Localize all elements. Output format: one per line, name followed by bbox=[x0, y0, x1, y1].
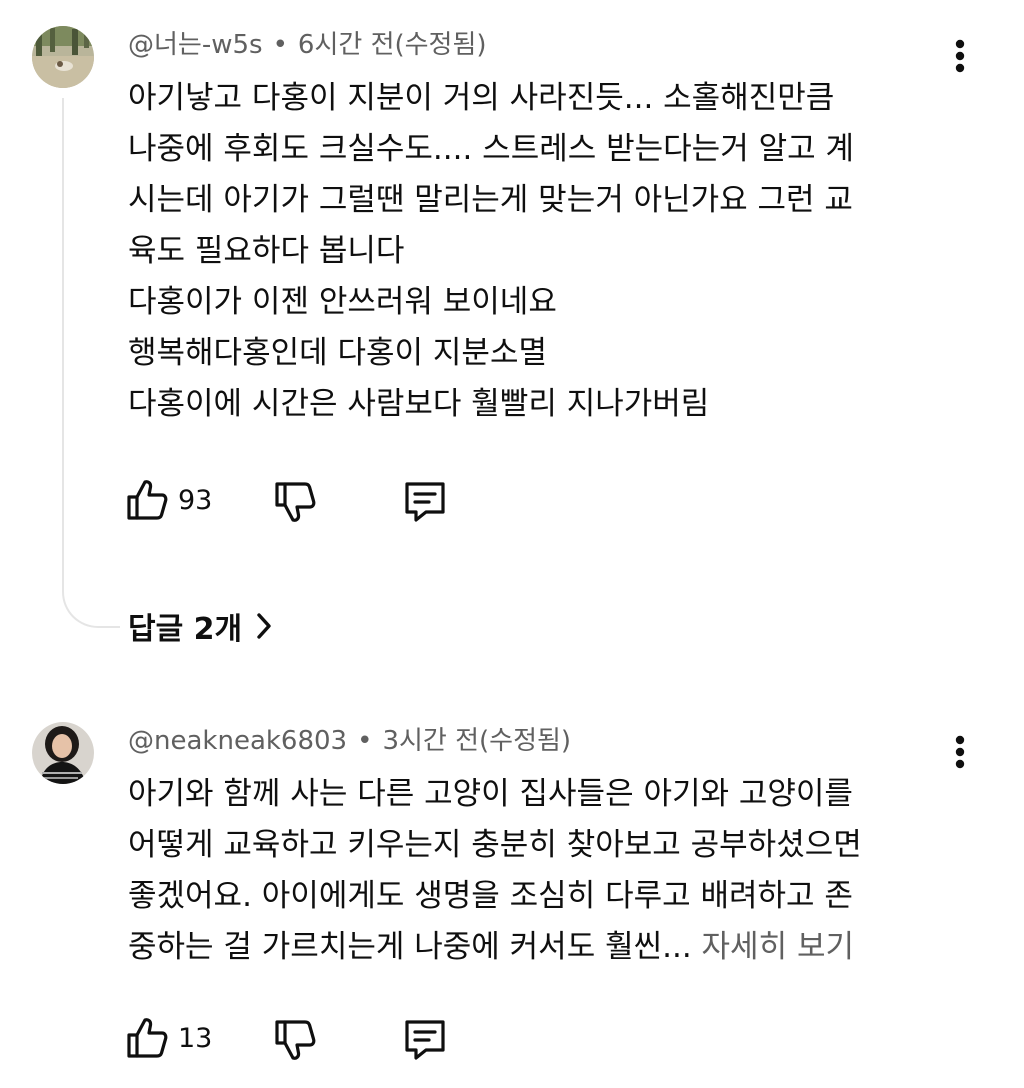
more-options-button[interactable] bbox=[940, 732, 980, 772]
park-photo-avatar bbox=[32, 26, 94, 88]
comment-line: 다홍이에 시간은 사람보다 훨빨리 지나가버림 bbox=[128, 386, 710, 422]
comment-line: 나중에 후회도 크실수도.... 스트레스 받는다는거 알고 계 bbox=[128, 131, 854, 167]
meta-separator: • bbox=[357, 726, 373, 756]
author-handle[interactable]: @너는-w5s bbox=[128, 30, 263, 60]
like-button[interactable]: 13 bbox=[126, 1016, 212, 1060]
comment-line-truncated: 중하는 걸 가르치는게 나중에 커서도 훨씬... 자세히 보기 bbox=[128, 922, 948, 973]
comment-line: 아기낳고 다홍이 지분이 거의 사라진듯... 소홀해진만큼 bbox=[128, 80, 835, 116]
chevron-right-icon bbox=[257, 613, 271, 639]
dislike-button[interactable] bbox=[274, 1018, 316, 1062]
view-replies-button[interactable]: 답글 2개 bbox=[128, 604, 272, 648]
thumbs-up-icon bbox=[127, 480, 168, 520]
meta-separator: • bbox=[272, 30, 288, 60]
comment-line: 좋겠어요. 아이에게도 생명을 조심히 다루고 배려하고 존 bbox=[128, 878, 853, 914]
thumbs-down-icon bbox=[275, 1020, 316, 1060]
comment-icon bbox=[405, 1020, 445, 1060]
comment-icon bbox=[405, 482, 445, 522]
comment-line: 중하는 걸 가르치는게 나중에 커서도 훨씬... bbox=[128, 929, 692, 965]
comment-meta: @neakneak6803 • 3시간 전(수정됨) bbox=[128, 724, 571, 758]
comment-body: 아기와 함께 사는 다른 고양이 집사들은 아기와 고양이를 어떻게 교육하고 … bbox=[128, 769, 948, 973]
like-count: 93 bbox=[178, 484, 213, 516]
more-options-button[interactable] bbox=[940, 36, 980, 76]
comment-line: 아기와 함께 사는 다른 고양이 집사들은 아기와 고양이를 bbox=[128, 776, 853, 812]
comment-timestamp: 6시간 전(수정됨) bbox=[297, 30, 487, 60]
comment-body: 아기낳고 다홍이 지분이 거의 사라진듯... 소홀해진만큼 나중에 후회도 크… bbox=[128, 73, 948, 430]
comments-page: @너는-w5s • 6시간 전(수정됨) 아기낳고 다홍이 지분이 거의 사라진듯.… bbox=[0, 0, 1024, 1088]
more-vertical-icon bbox=[955, 735, 965, 769]
author-handle[interactable]: @neakneak6803 bbox=[128, 726, 347, 756]
dislike-button[interactable] bbox=[274, 480, 316, 524]
comment-line: 어떻게 교육하고 키우는지 충분히 찾아보고 공부하셨으면 bbox=[128, 827, 862, 863]
reply-button[interactable] bbox=[402, 1018, 448, 1062]
comment-line: 육도 필요하다 봅니다 bbox=[128, 233, 405, 269]
reply-button[interactable] bbox=[402, 480, 448, 524]
like-button[interactable]: 93 bbox=[126, 478, 212, 522]
replies-label: 답글 2개 bbox=[128, 612, 243, 647]
reply-thread-connector bbox=[62, 98, 120, 628]
read-more-link[interactable]: 자세히 보기 bbox=[702, 929, 854, 965]
author-avatar[interactable] bbox=[32, 26, 94, 88]
comment-line: 행복해다홍인데 다홍이 지분소멸 bbox=[128, 335, 547, 371]
thumbs-up-icon bbox=[127, 1018, 168, 1058]
comment-timestamp: 3시간 전(수정됨) bbox=[382, 726, 572, 756]
comment-line: 시는데 아기가 그럴땐 말리는게 맞는거 아닌가요 그런 교 bbox=[128, 182, 853, 218]
thumbs-down-icon bbox=[275, 482, 316, 522]
comment-line: 다홍이가 이젠 안쓰러워 보이네요 bbox=[128, 284, 557, 320]
comment-meta: @너는-w5s • 6시간 전(수정됨) bbox=[128, 28, 487, 62]
woman-portrait-avatar bbox=[32, 722, 94, 784]
like-count: 13 bbox=[178, 1022, 213, 1054]
more-vertical-icon bbox=[955, 39, 965, 73]
author-avatar[interactable] bbox=[32, 722, 94, 784]
